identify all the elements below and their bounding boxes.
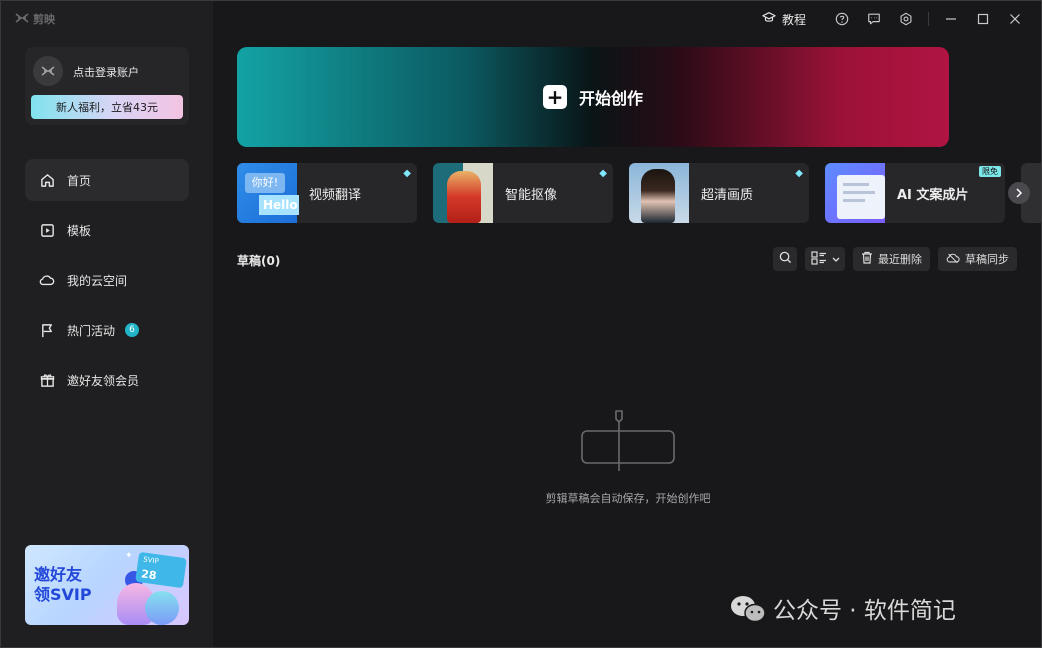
chevron-down-icon (832, 253, 840, 266)
diamond-icon: ◆ (403, 168, 411, 179)
smart-matting-thumbnail (433, 163, 493, 223)
feature-label: 超清画质 (701, 188, 754, 203)
plus-icon: + (542, 85, 567, 109)
promo-line-1: 邀好友 (34, 565, 83, 584)
sidebar-item-events[interactable]: 热门活动 6 (25, 309, 189, 351)
sidebar-item-label: 热门活动 (67, 323, 116, 338)
draft-sync-button[interactable]: 草稿同步 (938, 247, 1017, 271)
svip-card-icon: SVIP 28 (135, 551, 187, 589)
tutorial-label: 教程 (781, 12, 806, 27)
sidebar: 剪映 点击登录账户 新人福利，立省43元 首页 模板 我的云空间 热门活动 6 … (1, 1, 213, 647)
sidebar-item-label: 我的云空间 (67, 273, 128, 288)
gift-icon (39, 372, 55, 388)
sidebar-item-home[interactable]: 首页 (25, 159, 189, 201)
sidebar-item-invite[interactable]: 邀好友领会员 (25, 359, 189, 401)
cloud-icon (39, 272, 55, 288)
drafts-toolbar: 最近删除 草稿同步 (773, 247, 1017, 271)
graduation-cap-icon (762, 11, 776, 27)
template-icon (39, 222, 55, 238)
tutorial-button[interactable]: 教程 (762, 11, 806, 28)
login-card[interactable]: 点击登录账户 新人福利，立省43元 (25, 47, 189, 125)
feature-carousel: 你好! Hello 视频翻译 ◆ 智能抠像 ◆ 超清画质 ◆ AI 文案成片 限… (237, 163, 1041, 223)
feature-label: 视频翻译 (309, 188, 362, 203)
sidebar-item-cloud[interactable]: 我的云空间 (25, 259, 189, 301)
cloud-sync-icon (946, 252, 960, 267)
empty-drafts-message: 剪辑草稿会自动保存，开始创作吧 (1, 490, 1041, 506)
settings-icon[interactable] (890, 8, 922, 30)
avatar[interactable] (33, 56, 63, 86)
new-user-welfare-button[interactable]: 新人福利，立省43元 (31, 95, 183, 119)
grid-view-icon (810, 250, 827, 268)
sparkle-icon: ✦ (125, 551, 133, 561)
close-icon[interactable] (999, 8, 1031, 30)
start-creation-button[interactable]: + 开始创作 (237, 47, 949, 147)
feature-card-smart-matting[interactable]: 智能抠像 ◆ (433, 163, 613, 223)
app-name: 剪映 (33, 13, 55, 26)
svip-card-label: SVIP (142, 555, 160, 566)
diamond-icon: ◆ (795, 168, 803, 179)
search-button[interactable] (773, 247, 797, 271)
feedback-icon[interactable] (858, 8, 890, 30)
view-mode-dropdown[interactable] (805, 247, 845, 271)
wechat-watermark: 公众号 · 软件简记 (729, 591, 956, 625)
video-translate-thumbnail: 你好! Hello (237, 163, 299, 223)
invite-svip-banner[interactable]: 邀好友 领SVIP SVIP 28 ✦ (25, 545, 189, 625)
start-creation-label: 开始创作 (578, 89, 643, 108)
sidebar-item-templates[interactable]: 模板 (25, 209, 189, 251)
limited-free-badge: 限免 (979, 166, 1001, 177)
app-window: 剪映 点击登录账户 新人福利，立省43元 首页 模板 我的云空间 热门活动 6 … (0, 0, 1042, 648)
promo-decoration (145, 591, 179, 625)
promo-line-2: 领SVIP (34, 585, 92, 604)
thumb-bubble-en: Hello (259, 195, 299, 215)
hd-quality-thumbnail (629, 163, 689, 223)
capcut-logo-icon (15, 12, 29, 26)
sidebar-item-label: 邀好友领会员 (67, 373, 140, 388)
maximize-icon[interactable] (967, 8, 999, 30)
events-count-badge: 6 (125, 323, 140, 337)
wechat-icon (729, 594, 766, 623)
login-link[interactable]: 点击登录账户 (73, 64, 139, 80)
ai-script-thumbnail (825, 163, 885, 223)
sidebar-item-label: 首页 (67, 173, 92, 188)
flag-icon (39, 322, 55, 338)
titlebar-divider (928, 12, 929, 26)
draft-sync-label: 草稿同步 (965, 253, 1009, 266)
search-icon (779, 251, 792, 267)
feature-label: 智能抠像 (505, 188, 558, 203)
help-icon[interactable] (826, 8, 858, 30)
feature-label: AI 文案成片 (897, 188, 969, 203)
svip-card-value: 28 (140, 567, 158, 583)
feature-card-hd-quality[interactable]: 超清画质 ◆ (629, 163, 809, 223)
diamond-icon: ◆ (599, 168, 607, 179)
carousel-next-button[interactable] (1008, 182, 1030, 204)
minimize-icon[interactable] (935, 8, 967, 30)
home-icon (39, 172, 55, 188)
thumb-bubble-cn: 你好! (245, 173, 285, 193)
sidebar-nav: 首页 模板 我的云空间 热门活动 6 邀好友领会员 (25, 159, 189, 409)
empty-drafts-text: 剪辑草稿会自动保存，开始创作吧 (545, 492, 711, 505)
feature-card-ai-script[interactable]: AI 文案成片 限免 (825, 163, 1005, 223)
drafts-title: 草稿(0) (237, 254, 281, 268)
feature-card-video-translate[interactable]: 你好! Hello 视频翻译 ◆ (237, 163, 417, 223)
recent-delete-button[interactable]: 最近删除 (853, 247, 930, 271)
titlebar-controls: 教程 (762, 8, 1031, 30)
empty-drafts-illustration (579, 407, 679, 473)
trash-icon (861, 251, 873, 267)
recent-delete-label: 最近删除 (878, 253, 922, 266)
sidebar-item-label: 模板 (67, 223, 92, 238)
watermark-text: 公众号 · 软件简记 (773, 598, 956, 624)
promo-title: 邀好友 领SVIP (34, 565, 92, 605)
app-logo: 剪映 (15, 11, 55, 27)
